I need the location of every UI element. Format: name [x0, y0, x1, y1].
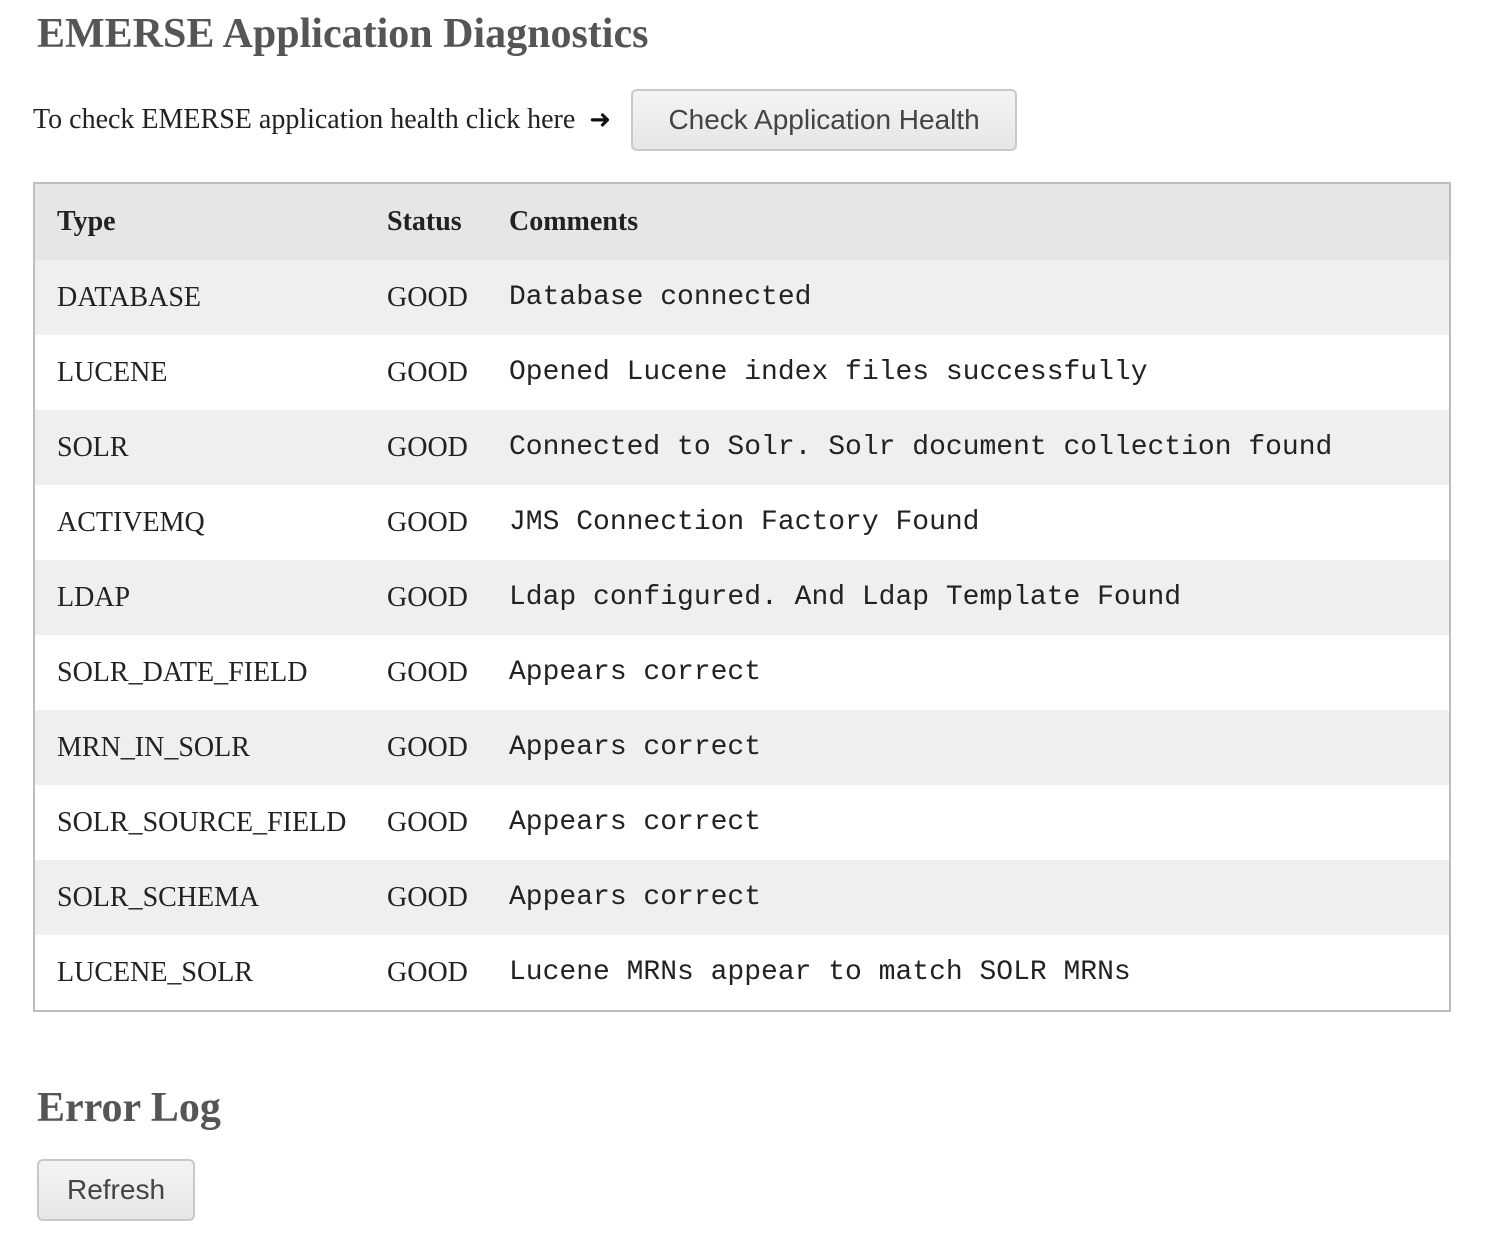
cell-type: MRN_IN_SOLR — [35, 710, 387, 785]
page-title: EMERSE Application Diagnostics — [37, 11, 649, 57]
table-row: SOLR_SOURCE_FIELD GOOD Appears correct — [35, 785, 1449, 860]
cell-comment: JMS Connection Factory Found — [509, 485, 1449, 560]
header-comments: Comments — [509, 184, 1449, 260]
cell-type: DATABASE — [35, 260, 387, 335]
cell-comment: Appears correct — [509, 860, 1449, 935]
cell-type: SOLR_SCHEMA — [35, 860, 387, 935]
cell-type: LUCENE_SOLR — [35, 935, 387, 1010]
refresh-button[interactable]: Refresh — [37, 1159, 195, 1221]
cell-comment: Ldap configured. And Ldap Template Found — [509, 560, 1449, 635]
cell-comment: Appears correct — [509, 635, 1449, 710]
table-header-row: Type Status Comments — [35, 184, 1449, 260]
cell-status: GOOD — [387, 485, 509, 560]
cell-type: LUCENE — [35, 335, 387, 410]
health-check-row: To check EMERSE application health click… — [33, 89, 1018, 151]
cell-status: GOOD — [387, 710, 509, 785]
cell-comment: Appears correct — [509, 785, 1449, 860]
cell-status: GOOD — [387, 935, 509, 1010]
cell-comment: Database connected — [509, 260, 1449, 335]
cell-status: GOOD — [387, 335, 509, 410]
cell-comment: Appears correct — [509, 710, 1449, 785]
header-status: Status — [387, 184, 509, 260]
cell-type: LDAP — [35, 560, 387, 635]
table-row: SOLR_DATE_FIELD GOOD Appears correct — [35, 635, 1449, 710]
header-type: Type — [35, 184, 387, 260]
arrow-right-icon: ➜ — [589, 105, 612, 135]
health-check-prompt: To check EMERSE application health click… — [33, 104, 576, 135]
table-row: DATABASE GOOD Database connected — [35, 260, 1449, 335]
table-row: LUCENE GOOD Opened Lucene index files su… — [35, 335, 1449, 410]
table-row: ACTIVEMQ GOOD JMS Connection Factory Fou… — [35, 485, 1449, 560]
table-row: LUCENE_SOLR GOOD Lucene MRNs appear to m… — [35, 935, 1449, 1010]
table-row: MRN_IN_SOLR GOOD Appears correct — [35, 710, 1449, 785]
cell-status: GOOD — [387, 785, 509, 860]
diagnostics-table: Type Status Comments DATABASE GOOD Datab… — [33, 182, 1451, 1012]
cell-status: GOOD — [387, 635, 509, 710]
table-row: LDAP GOOD Ldap configured. And Ldap Temp… — [35, 560, 1449, 635]
table-row: SOLR GOOD Connected to Solr. Solr docume… — [35, 410, 1449, 485]
cell-comment: Lucene MRNs appear to match SOLR MRNs — [509, 935, 1449, 1010]
cell-type: SOLR_DATE_FIELD — [35, 635, 387, 710]
cell-type: SOLR_SOURCE_FIELD — [35, 785, 387, 860]
cell-type: ACTIVEMQ — [35, 485, 387, 560]
cell-status: GOOD — [387, 260, 509, 335]
cell-type: SOLR — [35, 410, 387, 485]
cell-status: GOOD — [387, 560, 509, 635]
cell-status: GOOD — [387, 410, 509, 485]
error-log-title: Error Log — [37, 1085, 221, 1131]
cell-comment: Opened Lucene index files successfully — [509, 335, 1449, 410]
check-application-health-button[interactable]: Check Application Health — [631, 89, 1018, 151]
table-row: SOLR_SCHEMA GOOD Appears correct — [35, 860, 1449, 935]
cell-comment: Connected to Solr. Solr document collect… — [509, 410, 1449, 485]
cell-status: GOOD — [387, 860, 509, 935]
